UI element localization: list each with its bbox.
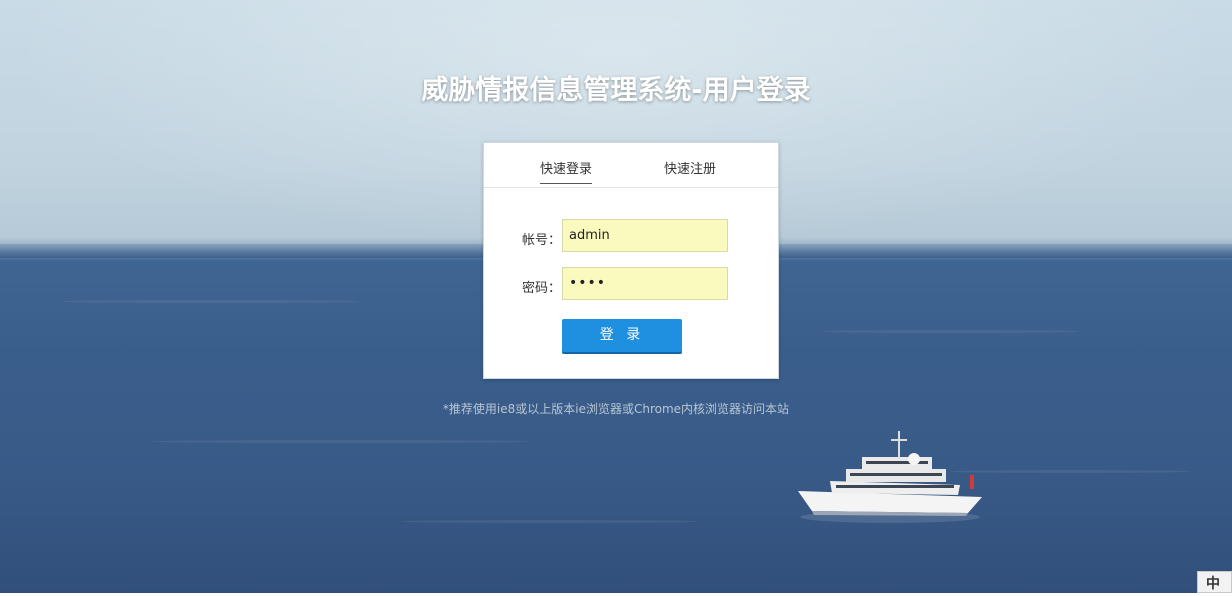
account-label: 帐号： [522,233,562,248]
tab-bar: 快速登录 快速注册 [484,143,778,188]
tab-quick-register[interactable]: 快速注册 [664,158,716,183]
sea-wave [150,440,530,443]
password-input[interactable]: •••• [562,267,728,300]
tab-quick-login[interactable]: 快速登录 [540,158,593,184]
account-input[interactable]: admin [562,219,728,252]
ime-indicator[interactable]: 中 [1197,571,1232,593]
login-card: 快速登录 快速注册 帐号： admin 密码： •••• 登 录 [483,142,779,379]
yacht-image [798,431,982,523]
login-button[interactable]: 登 录 [562,319,682,352]
sea-wave [60,300,360,303]
sea-wave [820,330,1080,333]
sea-wave [400,520,700,523]
password-label: 密码： [522,281,562,296]
page-title: 威胁情报信息管理系统-用户登录 [421,75,811,106]
browser-recommendation-tip: *推荐使用ie8或以上版本ie浏览器或Chrome内核浏览器访问本站 [442,402,790,416]
